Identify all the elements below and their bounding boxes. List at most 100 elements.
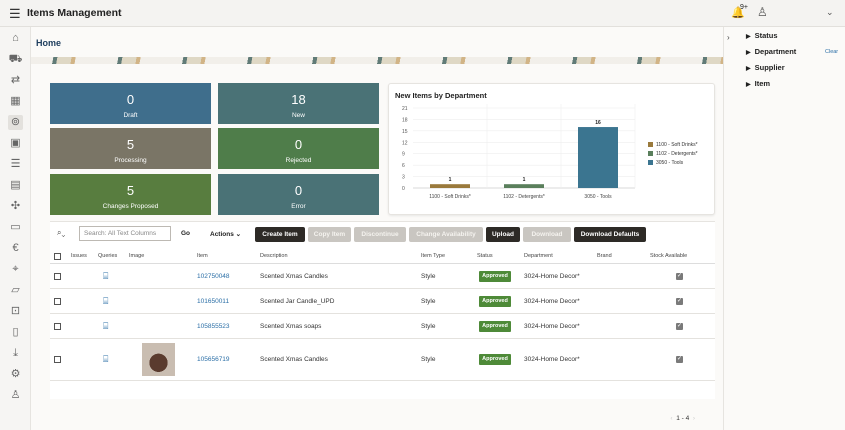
bar-chart: 0 3 6 9 12 15 18 21 1 1100 - Soft Drinks* 1 1102 - … — [402, 104, 698, 200]
tile-processing[interactable]: 5 Processing — [50, 128, 211, 169]
calendar-icon[interactable]: ▦ — [8, 94, 23, 109]
change-availability-button[interactable]: Change Availability — [409, 227, 483, 242]
filter-supplier[interactable]: ▶ Supplier — [746, 63, 785, 72]
expand-icon: ▶ — [746, 82, 751, 88]
department-value: 3024-Home Decor* — [524, 323, 580, 330]
item-type: Style — [421, 298, 436, 305]
column-header-department[interactable]: Department — [524, 253, 553, 259]
download-defaults-button[interactable]: Download Defaults — [574, 227, 646, 242]
column-header-stock-available[interactable]: Stock Available — [650, 253, 687, 259]
download-button[interactable]: Download — [523, 227, 571, 242]
euro-icon[interactable]: € — [8, 241, 23, 256]
next-page-icon[interactable]: › — [693, 415, 695, 422]
home-icon[interactable]: ⌂ — [8, 31, 23, 46]
item-link[interactable]: 101650011 — [197, 298, 229, 305]
item-link[interactable]: 105855523 — [197, 323, 230, 330]
tag-icon[interactable]: ⌖ — [8, 262, 23, 277]
prev-page-icon[interactable]: ‹ — [670, 415, 672, 422]
pagination: ‹ 1 - 4 › — [670, 415, 695, 422]
item-link[interactable]: 102750048 — [197, 273, 230, 280]
breadcrumb[interactable]: Home — [36, 38, 61, 48]
upload-button[interactable]: Upload — [486, 227, 520, 242]
column-header-queries[interactable]: Queries — [98, 253, 117, 259]
y-tick-label: 18 — [402, 117, 408, 123]
column-header-item[interactable]: Item — [197, 253, 208, 259]
copy-item-button[interactable]: Copy Item — [308, 227, 351, 242]
table-row[interactable]: ⌸ 105855523 Scented Xmas soaps Style Approve… — [50, 314, 715, 339]
bar — [504, 184, 544, 188]
column-header-brand[interactable]: Brand — [597, 253, 612, 259]
clear-filter-link[interactable]: Clear — [825, 49, 838, 55]
report-icon[interactable]: ▯ — [8, 325, 23, 340]
left-navigation-rail: ⌂ ⛟ ⇄ ▦ ⊚ ▣ ☰ ▤ ✣ ▭ € ⌖ ▱ ⊡ ▯ ⤓ ⚙ ♙ — [0, 27, 31, 430]
chevron-down-icon[interactable]: ⌄ — [826, 7, 834, 18]
legend-swatch — [648, 151, 653, 156]
column-header-status[interactable]: Status — [477, 253, 493, 259]
row-checkbox[interactable] — [54, 273, 61, 280]
tile-changes-proposed[interactable]: 5 Changes Proposed — [50, 174, 211, 215]
column-header-image[interactable]: Image — [129, 253, 144, 259]
filter-label: Item — [754, 79, 771, 88]
item-thumbnail[interactable] — [142, 343, 175, 376]
row-checkbox[interactable] — [54, 298, 61, 305]
app-title: Items Management — [27, 7, 122, 19]
table-row[interactable]: ⌸ 101650011 Scented Jar Candle_UPD Style App… — [50, 289, 715, 314]
tile-new[interactable]: 18 New — [218, 83, 379, 124]
table-header: Issues Queries Image Item Description It… — [50, 250, 715, 264]
download-icon[interactable]: ⤓ — [8, 346, 23, 361]
collapse-panel-icon[interactable]: › — [727, 33, 730, 42]
select-all-checkbox[interactable] — [54, 253, 61, 260]
discontinue-button[interactable]: Discontinue — [354, 227, 406, 242]
actions-label: Actions — [210, 231, 234, 238]
item-link[interactable]: 105656719 — [197, 356, 230, 363]
table-row[interactable]: ⌸ 102750048 Scented Xmas Candles Style Appro… — [50, 264, 715, 289]
stock-available-check-icon: ✓ — [676, 323, 683, 330]
y-tick-label: 12 — [402, 140, 408, 146]
y-tick-label: 6 — [402, 163, 405, 169]
person-icon[interactable]: ♙ — [8, 388, 23, 403]
tile-error[interactable]: 0 Error — [218, 174, 379, 215]
clipboard-icon[interactable]: ▤ — [8, 178, 23, 193]
search-document-icon[interactable]: ⊡ — [8, 304, 23, 319]
x-tick-label: 3050 - Tools — [584, 194, 612, 200]
notification-count: 9+ — [740, 4, 748, 11]
row-checkbox[interactable] — [54, 356, 61, 363]
chat-icon[interactable]: ▱ — [8, 283, 23, 298]
filter-item[interactable]: ▶ Item — [746, 79, 770, 88]
ticket-icon[interactable]: ▭ — [8, 220, 23, 235]
legend-swatch — [648, 142, 653, 147]
items-icon[interactable]: ⊚ — [8, 115, 23, 130]
search-icon[interactable]: ⌕⌄ — [57, 228, 65, 238]
item-type: Style — [421, 273, 436, 280]
search-input[interactable]: Search: All Text Columns — [79, 226, 171, 241]
query-icon[interactable]: ⌸ — [103, 296, 108, 307]
transfer-icon[interactable]: ⇄ — [8, 73, 23, 88]
cart-icon[interactable]: ⛟ — [8, 52, 23, 67]
hamburger-menu-icon[interactable]: ☰ — [9, 6, 21, 22]
gear-icon[interactable]: ⚙ — [8, 367, 23, 382]
status-badge: Approved — [479, 354, 511, 365]
filter-department[interactable]: ▶ Department — [746, 47, 796, 56]
settings-grid-icon[interactable]: ✣ — [8, 199, 23, 214]
column-header-issues[interactable]: Issues — [71, 253, 87, 259]
filter-panel: › ▶ Status ▶ Department Clear ▶ Supplier ▶ I… — [723, 27, 845, 430]
legend-label: 1100 - Soft Drinks* — [656, 142, 698, 148]
column-header-description[interactable]: Description — [260, 253, 288, 259]
tile-rejected[interactable]: 0 Rejected — [218, 128, 379, 169]
user-icon[interactable]: ♙ — [757, 5, 768, 19]
create-item-button[interactable]: Create Item — [255, 227, 305, 242]
column-header-item-type[interactable]: Item Type — [421, 253, 445, 259]
table-row[interactable]: ⌸ 105656719 Scented Xmas Candles Style Appro… — [50, 339, 715, 381]
query-icon[interactable]: ⌸ — [103, 354, 108, 365]
id-card-icon[interactable]: ▣ — [8, 136, 23, 151]
row-checkbox[interactable] — [54, 323, 61, 330]
list-icon[interactable]: ☰ — [8, 157, 23, 172]
actions-menu[interactable]: Actions ⌄ — [210, 230, 241, 238]
filter-status[interactable]: ▶ Status — [746, 31, 778, 40]
query-icon[interactable]: ⌸ — [103, 321, 108, 332]
stock-available-check-icon: ✓ — [676, 356, 683, 363]
tile-draft[interactable]: 0 Draft — [50, 83, 211, 124]
go-button[interactable]: Go — [181, 230, 190, 237]
department-value: 3024-Home Decor* — [524, 298, 580, 305]
query-icon[interactable]: ⌸ — [103, 271, 108, 282]
